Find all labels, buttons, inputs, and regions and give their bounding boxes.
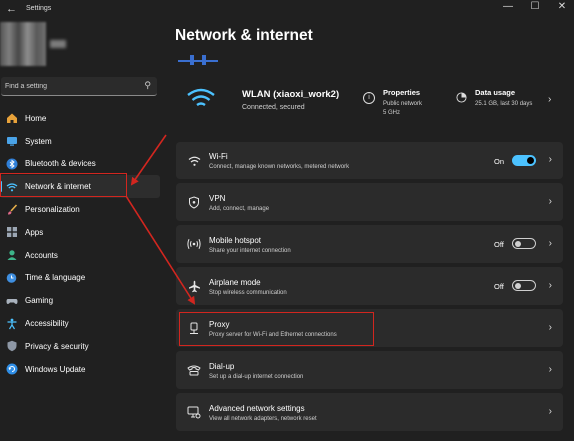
- home-icon: [6, 112, 18, 124]
- close-button[interactable]: ✕: [552, 1, 572, 12]
- wlan-wifi-icon: [187, 88, 215, 106]
- wifi-icon: [187, 154, 201, 168]
- back-arrow-icon[interactable]: ←: [6, 3, 17, 15]
- network-band: 5 GHz: [383, 110, 401, 116]
- sidebar-item-label: Time & language: [25, 273, 86, 283]
- person-icon: [6, 249, 18, 261]
- card-title: VPN: [209, 194, 226, 203]
- wlan-name: WLAN (xiaoxi_work2): [242, 89, 340, 100]
- maximize-button[interactable]: ☐: [525, 1, 545, 12]
- sidebar-item-accounts[interactable]: Accounts: [0, 244, 160, 267]
- monitor-icon: [6, 135, 18, 147]
- toggle-state-label: Off: [494, 240, 504, 249]
- data-usage-detail: 25.1 GB, last 30 days: [475, 101, 533, 107]
- chevron-right-icon[interactable]: ›: [549, 364, 552, 375]
- mobile-hotspot-card[interactable]: Mobile hotspot Share your internet conne…: [176, 225, 563, 263]
- card-subtitle: Add, connect, manage: [209, 206, 270, 212]
- search-box[interactable]: ⚲: [1, 77, 157, 96]
- card-subtitle: View all network adapters, network reset: [209, 416, 317, 422]
- sidebar-nav: Home System Bluetooth & devices Network …: [0, 107, 160, 381]
- airplane-mode-toggle[interactable]: [512, 280, 536, 291]
- dial-up-card[interactable]: Dial-up Set up a dial-up internet connec…: [176, 351, 563, 389]
- window-title: Settings: [26, 5, 52, 12]
- globe-clock-icon: [6, 272, 18, 284]
- sidebar-item-label: Gaming: [25, 296, 54, 306]
- sidebar-item-bluetooth[interactable]: Bluetooth & devices: [0, 153, 160, 176]
- toggle-state-label: On: [494, 157, 505, 166]
- highlight-box-proxy: [179, 312, 374, 346]
- card-title: Dial-up: [209, 362, 235, 371]
- wifi-card[interactable]: Wi-Fi Connect, manage known networks, me…: [176, 142, 563, 179]
- highlight-box-network: [0, 173, 127, 197]
- sidebar-item-label: Accounts: [25, 250, 58, 260]
- card-subtitle: Stop wireless communication: [209, 290, 287, 296]
- account-name-blurred: [50, 40, 66, 48]
- chevron-right-icon[interactable]: ›: [549, 238, 552, 249]
- card-title: Mobile hotspot: [209, 236, 262, 245]
- apps-icon: [6, 226, 18, 238]
- card-subtitle: Share your internet connection: [209, 248, 291, 254]
- hotspot-icon: [187, 237, 201, 251]
- vpn-shield-icon: [187, 195, 201, 209]
- sidebar-item-privacy[interactable]: Privacy & security: [0, 335, 160, 358]
- card-title: Wi-Fi: [209, 152, 228, 161]
- title-bar: ← Settings — ☐ ✕: [0, 0, 574, 22]
- wlan-status: Connected, secured: [242, 104, 305, 111]
- sidebar-item-label: Accessibility: [25, 319, 69, 329]
- scrolled-banner-graphic: [178, 55, 218, 65]
- data-usage-icon: [456, 92, 467, 103]
- bluetooth-icon: [6, 158, 18, 170]
- sidebar-item-label: Privacy & security: [25, 341, 89, 351]
- search-icon[interactable]: ⚲: [144, 80, 151, 91]
- search-input[interactable]: [5, 79, 135, 93]
- shield-icon: [6, 340, 18, 352]
- properties-title[interactable]: Properties: [383, 88, 420, 97]
- sidebar-item-windows-update[interactable]: Windows Update: [0, 358, 160, 381]
- chevron-right-icon[interactable]: ›: [549, 196, 552, 207]
- card-title: Airplane mode: [209, 278, 261, 287]
- page-title: Network & internet: [175, 27, 313, 44]
- sidebar-item-time-language[interactable]: Time & language: [0, 267, 160, 290]
- sidebar-item-accessibility[interactable]: Accessibility: [0, 312, 160, 335]
- sidebar-item-label: Home: [25, 113, 47, 123]
- sidebar-item-label: Personalization: [25, 205, 80, 215]
- sidebar-item-label: System: [25, 136, 52, 146]
- chevron-right-icon[interactable]: ›: [548, 94, 551, 105]
- sidebar-item-apps[interactable]: Apps: [0, 221, 160, 244]
- advanced-network-settings-card[interactable]: Advanced network settings View all netwo…: [176, 393, 563, 431]
- data-usage-title[interactable]: Data usage: [475, 88, 515, 97]
- sidebar-item-gaming[interactable]: Gaming: [0, 289, 160, 312]
- toggle-state-label: Off: [494, 282, 504, 291]
- airplane-mode-card[interactable]: Airplane mode Stop wireless communicatio…: [176, 267, 563, 305]
- hotspot-toggle[interactable]: [512, 238, 536, 249]
- sidebar-item-label: Bluetooth & devices: [25, 159, 96, 169]
- brush-icon: [6, 204, 18, 216]
- card-subtitle: Connect, manage known networks, metered …: [209, 164, 350, 170]
- sidebar-item-system[interactable]: System: [0, 130, 160, 153]
- vpn-card[interactable]: VPN Add, connect, manage ›: [176, 183, 563, 221]
- sidebar-item-home[interactable]: Home: [0, 107, 160, 130]
- accessibility-icon: [6, 318, 18, 330]
- chevron-right-icon[interactable]: ›: [549, 280, 552, 291]
- network-settings-icon: [187, 405, 201, 419]
- card-subtitle: Set up a dial-up internet connection: [209, 374, 304, 380]
- network-type: Public network: [383, 101, 423, 107]
- airplane-icon: [187, 279, 201, 293]
- dialup-icon: [187, 363, 201, 377]
- chevron-right-icon[interactable]: ›: [549, 322, 552, 333]
- info-icon: i: [363, 92, 375, 104]
- sidebar-item-label: Apps: [25, 227, 44, 237]
- sidebar-item-label: Windows Update: [25, 364, 86, 374]
- chevron-right-icon[interactable]: ›: [549, 406, 552, 417]
- chevron-right-icon[interactable]: ›: [549, 154, 552, 165]
- update-icon: [6, 363, 18, 375]
- gamepad-icon: [6, 295, 18, 307]
- minimize-button[interactable]: —: [498, 1, 518, 12]
- sidebar-item-personalization[interactable]: Personalization: [0, 198, 160, 221]
- avatar[interactable]: [0, 22, 46, 66]
- wifi-toggle[interactable]: [512, 155, 536, 166]
- card-title: Advanced network settings: [209, 404, 305, 413]
